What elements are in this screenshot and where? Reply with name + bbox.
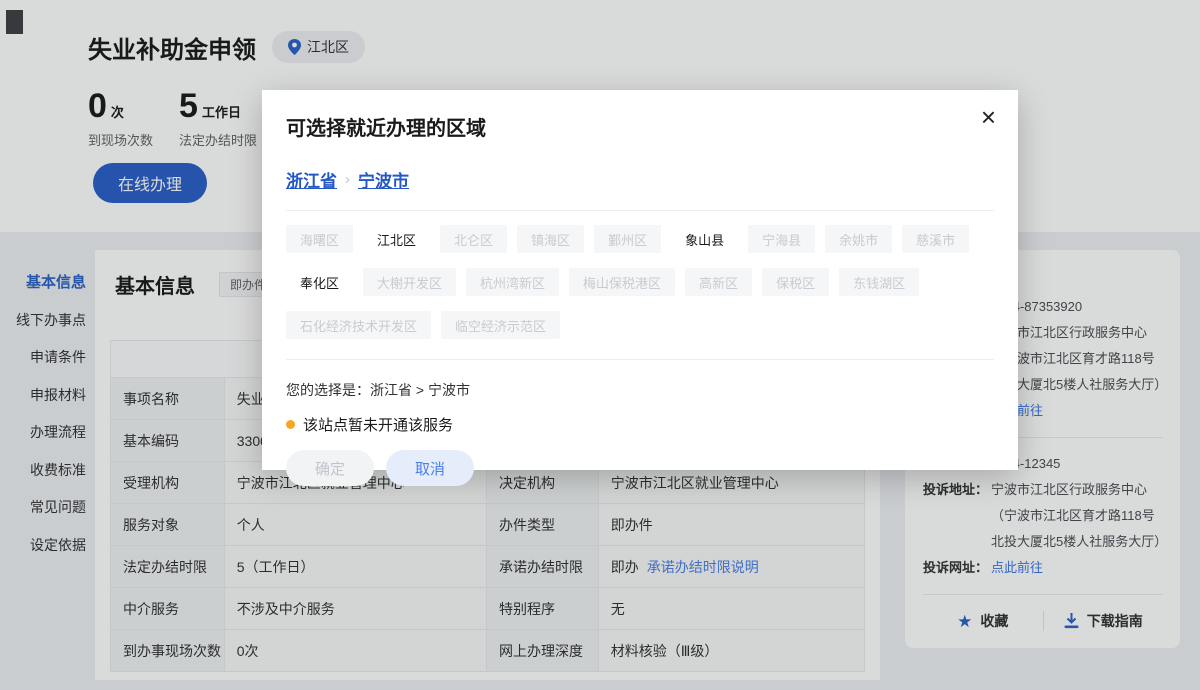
region-option-dongqianhu: 东钱湖区 — [839, 268, 919, 296]
region-option-yinzhou: 鄞州区 — [594, 225, 661, 253]
region-option-cixi: 慈溪市 — [902, 225, 969, 253]
region-option-haishu: 海曙区 — [286, 225, 353, 253]
modal-divider — [286, 359, 994, 360]
chevron-right-icon: › — [345, 171, 350, 188]
region-option-daxie: 大榭开发区 — [363, 268, 456, 296]
warning-text: 该站点暂未开通该服务 — [303, 414, 453, 435]
warning-dot-icon — [286, 420, 295, 429]
selection-text: 您的选择是：浙江省 > 宁波市 — [286, 380, 994, 400]
region-option-linkong: 临空经济示范区 — [441, 311, 560, 339]
close-icon[interactable]: × — [981, 104, 996, 130]
region-option-xiangshan[interactable]: 象山县 — [671, 225, 738, 253]
region-option-shihua: 石化经济技术开发区 — [286, 311, 431, 339]
region-option-hangzhouwan: 杭州湾新区 — [466, 268, 559, 296]
region-option-jiangbei[interactable]: 江北区 — [363, 225, 430, 253]
region-option-beilun: 北仑区 — [440, 225, 507, 253]
cancel-button[interactable]: 取消 — [386, 450, 474, 486]
region-option-meishan: 梅山保税港区 — [569, 268, 675, 296]
region-option-baoshui: 保税区 — [762, 268, 829, 296]
region-select-modal: × 可选择就近办理的区域 浙江省 › 宁波市 海曙区 江北区 北仑区 镇海区 鄞… — [262, 90, 1018, 470]
modal-title: 可选择就近办理的区域 — [286, 112, 994, 141]
region-option-yuyao: 余姚市 — [825, 225, 892, 253]
region-option-fenghua[interactable]: 奉化区 — [286, 268, 353, 296]
breadcrumb-city-link[interactable]: 宁波市 — [358, 167, 409, 192]
warning-row: 该站点暂未开通该服务 — [286, 414, 994, 435]
modal-divider — [286, 210, 994, 211]
region-option-ninghai: 宁海县 — [748, 225, 815, 253]
region-option-gaoxin: 高新区 — [685, 268, 752, 296]
region-grid: 海曙区 江北区 北仑区 镇海区 鄞州区 象山县 宁海县 余姚市 慈溪市 奉化区 … — [286, 225, 1006, 339]
region-breadcrumb: 浙江省 › 宁波市 — [286, 167, 994, 192]
confirm-button: 确定 — [286, 450, 374, 486]
breadcrumb-province-link[interactable]: 浙江省 — [286, 167, 337, 192]
region-option-zhenhai: 镇海区 — [517, 225, 584, 253]
